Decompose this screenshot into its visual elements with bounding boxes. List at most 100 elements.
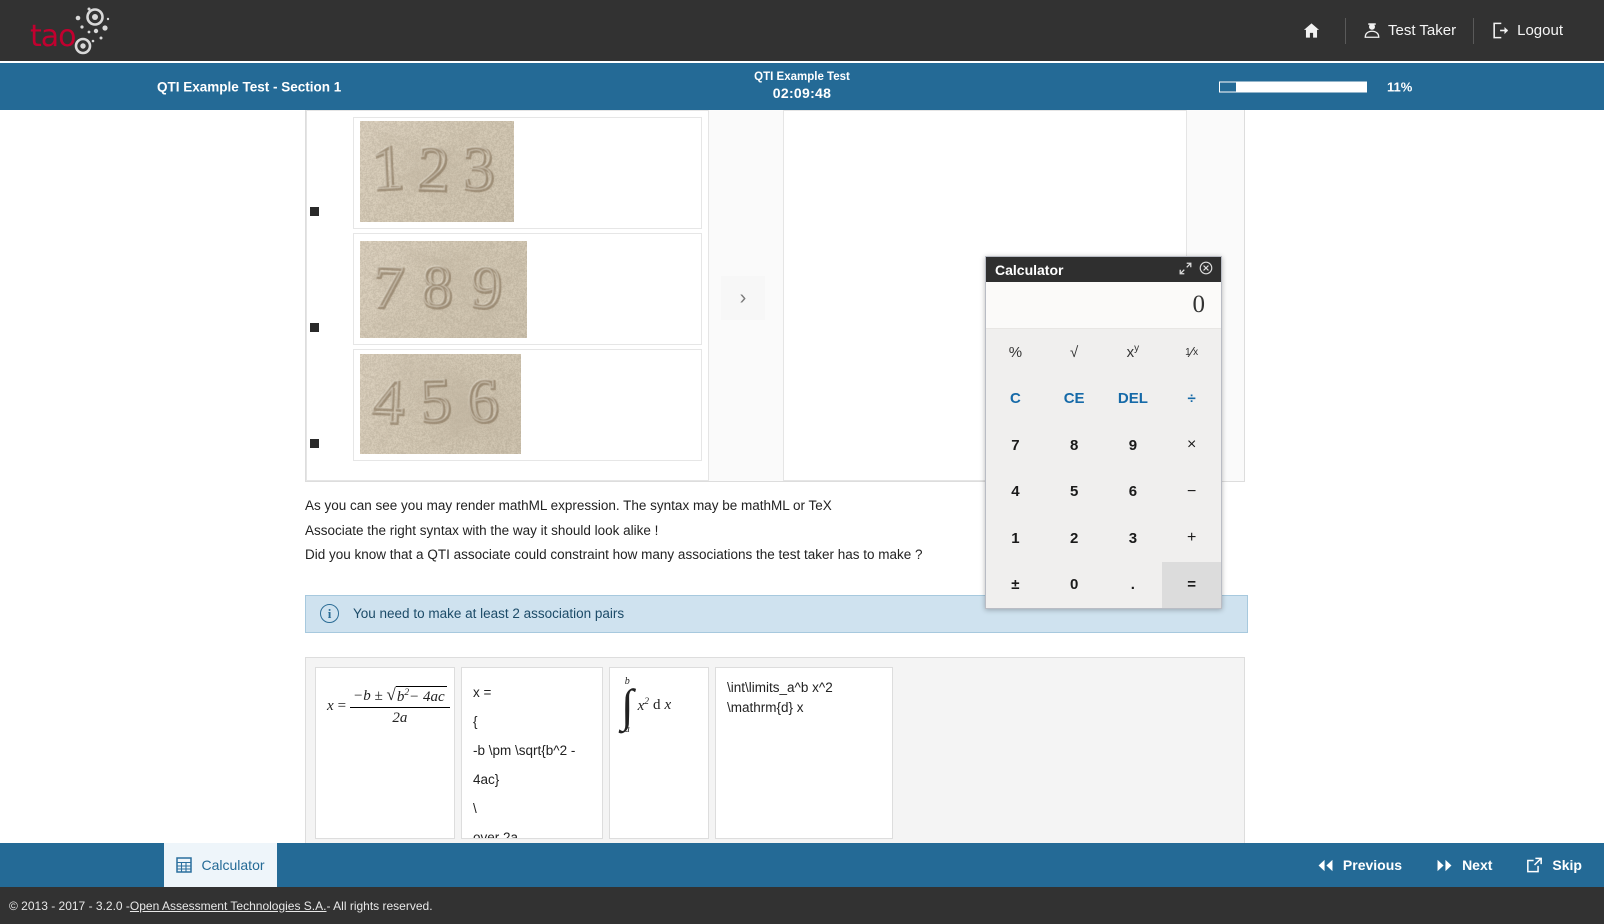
math-radicand: b2− 4ac: [396, 686, 447, 706]
calculator-tool-button[interactable]: Calculator: [164, 843, 277, 887]
tex-line: -b \pm \sqrt{b^2 - 4ac}: [473, 736, 591, 794]
progress-bar-fill: [1220, 82, 1236, 91]
calc-key-[interactable]: +: [1162, 515, 1221, 562]
logo-dots-icon: [68, 5, 114, 57]
choice-bullet: [310, 439, 319, 448]
progress-bar: [1219, 81, 1367, 92]
copyright-suffix: - All rights reserved.: [326, 899, 432, 913]
calc-key-1x[interactable]: 1 ⁄ x: [1162, 329, 1221, 376]
calculator-keypad: % √ xy 1 ⁄ x C CE DEL ÷ 7 8 9 × 4 5 6−1 2 3 + ±0. =: [986, 329, 1221, 608]
calc-key-[interactable]: ±: [986, 562, 1045, 609]
calculator-key-row: ±0. =: [986, 562, 1221, 609]
assoc-choice-quadratic-rendered[interactable]: x = −b ± √ b2− 4ac 2a: [315, 667, 455, 839]
quadratic-formula-math: x = −b ± √ b2− 4ac 2a: [327, 686, 450, 727]
calc-key-[interactable]: −: [1162, 469, 1221, 516]
calc-key-x[interactable]: xy: [1104, 329, 1163, 376]
calc-key-[interactable]: ÷: [1162, 376, 1221, 423]
match-choices-left: [306, 110, 709, 481]
calc-key-0[interactable]: 0: [1045, 562, 1104, 609]
logout-icon: [1491, 21, 1510, 40]
sand-image-456[interactable]: [360, 354, 521, 454]
calc-key-DEL[interactable]: DEL: [1104, 376, 1163, 423]
test-taker-button[interactable]: Test Taker: [1346, 16, 1473, 46]
test-taker-label: Test Taker: [1388, 22, 1456, 39]
associate-interaction: x = −b ± √ b2− 4ac 2a x = {-b \pm \sqrt…: [305, 657, 1245, 843]
choice-bullet: [310, 323, 319, 332]
math-num-prefix: −b ±: [353, 688, 383, 704]
calc-key-8[interactable]: 8: [1045, 422, 1104, 469]
calc-key-4[interactable]: 4: [986, 469, 1045, 516]
tao-logo[interactable]: tao: [30, 5, 114, 57]
calc-key-C[interactable]: C: [986, 376, 1045, 423]
close-circle-icon: [1199, 261, 1213, 275]
calculator-title-bar[interactable]: Calculator: [986, 257, 1221, 282]
tex-line: \int\limits_a^b x^2: [727, 678, 881, 698]
assoc-choice-quadratic-tex[interactable]: x = { -b \pm \sqrt{b^2 - 4ac} \ over 2a …: [461, 667, 603, 839]
close-icon[interactable]: [1199, 261, 1213, 278]
integral-math: b ∫ a x2 d x: [621, 676, 671, 736]
progress-percent-label: 11%: [1387, 79, 1412, 94]
match-pagination: ›: [709, 110, 777, 481]
previous-icon: [1317, 859, 1334, 872]
info-icon: i: [320, 604, 339, 623]
test-status-bar: QTI Example Test - Section 1 QTI Example…: [0, 63, 1604, 110]
calc-key-[interactable]: √: [1045, 329, 1104, 376]
next-choices-button[interactable]: ›: [721, 276, 765, 320]
previous-button[interactable]: Previous: [1317, 857, 1402, 873]
calc-key-CE[interactable]: CE: [1045, 376, 1104, 423]
header-actions: Test Taker Logout: [1285, 0, 1580, 61]
tex-line: \: [473, 794, 591, 823]
integral-sign-icon: ∫: [621, 687, 634, 725]
calc-key-6[interactable]: 6: [1104, 469, 1163, 516]
match-choice-row[interactable]: [353, 349, 702, 461]
calc-key-[interactable]: %: [986, 329, 1045, 376]
home-button[interactable]: [1285, 16, 1345, 46]
tex-line: over 2a: [473, 823, 591, 839]
calc-key-3[interactable]: 3: [1104, 515, 1163, 562]
math-sqrt: √ b2− 4ac: [387, 686, 447, 706]
calc-key-[interactable]: =: [1162, 562, 1221, 609]
match-choice-row[interactable]: [353, 233, 702, 345]
item-scroll-area[interactable]: › As you can see you may render mathML e…: [0, 110, 1604, 843]
copyright-prefix: © 2013 - 2017 - 3.2.0 -: [9, 899, 130, 913]
calc-key-9[interactable]: 9: [1104, 422, 1163, 469]
calc-key-7[interactable]: 7: [986, 422, 1045, 469]
calculator-icon: [176, 857, 192, 873]
calc-key-[interactable]: .: [1104, 562, 1163, 609]
calculator-window-actions: [1179, 261, 1213, 278]
calc-key-1[interactable]: 1: [986, 515, 1045, 562]
info-message: You need to make at least 2 association …: [353, 606, 624, 621]
previous-label: Previous: [1343, 857, 1402, 873]
logout-button[interactable]: Logout: [1474, 16, 1580, 46]
math-denominator: 2a: [389, 708, 410, 727]
calculator-key-row: 1 2 3 +: [986, 515, 1221, 562]
sand-image-123[interactable]: [360, 121, 514, 222]
radical-icon: √: [387, 686, 396, 706]
choice-bullet: [310, 207, 319, 216]
company-link[interactable]: Open Assessment Technologies S.A.: [130, 899, 327, 913]
sand-image-789[interactable]: [360, 241, 527, 338]
match-choice-row[interactable]: [353, 117, 702, 229]
assoc-choice-integral-tex[interactable]: \int\limits_a^b x^2 \mathrm{d} x: [715, 667, 893, 839]
differential-var: x: [665, 697, 672, 714]
tex-line: \mathrm{d} x: [727, 698, 881, 718]
next-icon: [1436, 859, 1453, 872]
calc-key-[interactable]: ×: [1162, 422, 1221, 469]
integrand: x2: [638, 697, 649, 715]
calculator-window[interactable]: Calculator 0 % √ xy 1 ⁄ x C CE DEL ÷ 7 8…: [985, 256, 1222, 609]
assoc-choice-integral-rendered[interactable]: b ∫ a x2 d x: [609, 667, 709, 839]
calc-key-5[interactable]: 5: [1045, 469, 1104, 516]
skip-button[interactable]: Skip: [1526, 857, 1582, 873]
resize-icon[interactable]: [1179, 262, 1192, 278]
radicand-tail: − 4ac: [409, 689, 445, 705]
navigation-actions: Previous Next Skip: [1317, 843, 1582, 887]
tex-line: {: [473, 707, 591, 736]
calc-key-2[interactable]: 2: [1045, 515, 1104, 562]
math-equals: =: [338, 698, 346, 715]
user-icon: [1363, 21, 1381, 40]
next-button[interactable]: Next: [1436, 857, 1492, 873]
skip-label: Skip: [1552, 857, 1582, 873]
home-icon: [1302, 21, 1321, 40]
calculator-key-row: 7 8 9 ×: [986, 422, 1221, 469]
integrand-exponent: 2: [644, 697, 649, 707]
